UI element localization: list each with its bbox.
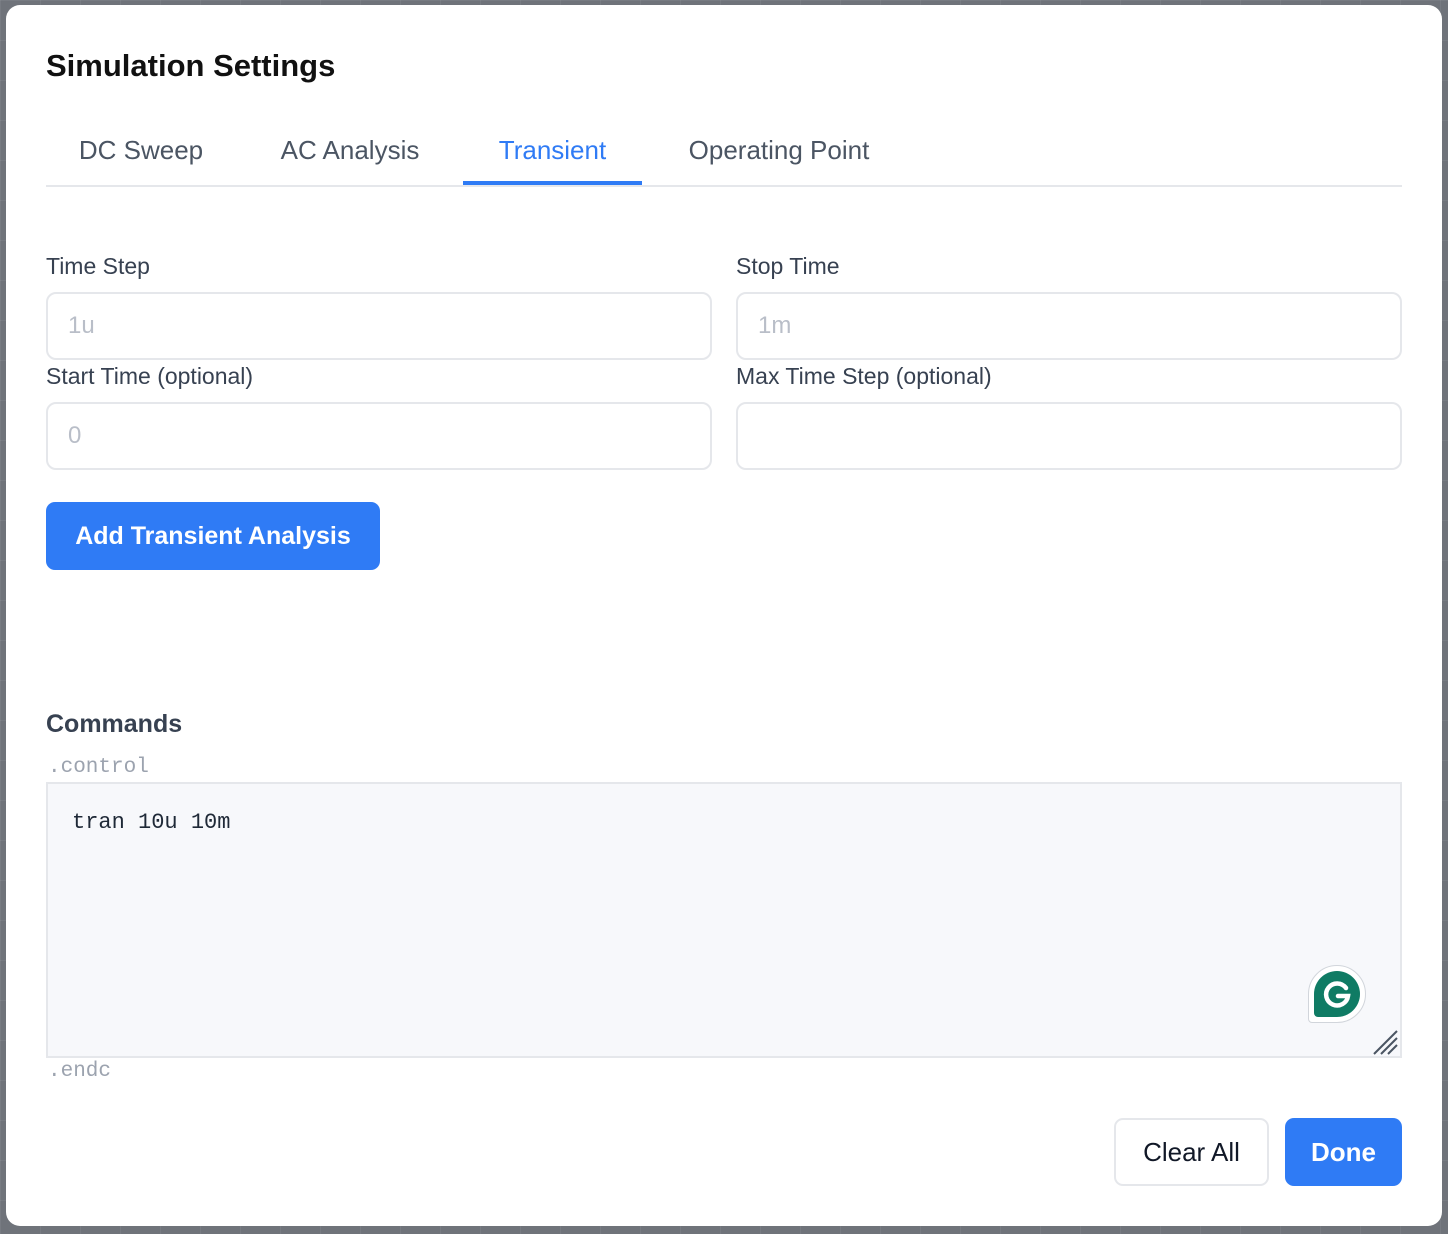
start-time-input[interactable] bbox=[46, 402, 712, 470]
clear-all-button[interactable]: Clear All bbox=[1114, 1118, 1269, 1186]
stop-time-input[interactable] bbox=[736, 292, 1402, 360]
control-suffix: .endc bbox=[48, 1060, 112, 1083]
add-transient-analysis-button[interactable]: Add Transient Analysis bbox=[46, 502, 380, 570]
time-step-input[interactable] bbox=[46, 292, 712, 360]
grammarly-icon[interactable] bbox=[1308, 965, 1366, 1023]
resize-handle-icon[interactable] bbox=[1372, 1029, 1398, 1055]
simulation-settings-dialog: Simulation Settings DC Sweep AC Analysis… bbox=[6, 5, 1442, 1226]
analysis-tabs: DC Sweep AC Analysis Transient Operating… bbox=[46, 123, 1402, 187]
tab-ac-analysis[interactable]: AC Analysis bbox=[252, 123, 448, 185]
tab-dc-sweep[interactable]: DC Sweep bbox=[46, 123, 236, 185]
start-time-label: Start Time (optional) bbox=[46, 363, 254, 389]
max-time-step-input[interactable] bbox=[736, 402, 1402, 470]
commands-title: Commands bbox=[46, 710, 183, 738]
done-button[interactable]: Done bbox=[1285, 1118, 1402, 1186]
dialog-title: Simulation Settings bbox=[46, 48, 336, 83]
commands-textarea[interactable]: tran 10u 10m bbox=[46, 782, 1402, 1058]
grammarly-g-icon bbox=[1314, 971, 1360, 1017]
control-prefix: .control bbox=[48, 756, 149, 779]
time-step-label: Time Step bbox=[46, 253, 150, 279]
stop-time-label: Stop Time bbox=[736, 253, 840, 279]
tab-operating-point[interactable]: Operating Point bbox=[666, 123, 892, 185]
max-time-step-label: Max Time Step (optional) bbox=[736, 363, 992, 389]
tab-transient[interactable]: Transient bbox=[463, 123, 642, 185]
